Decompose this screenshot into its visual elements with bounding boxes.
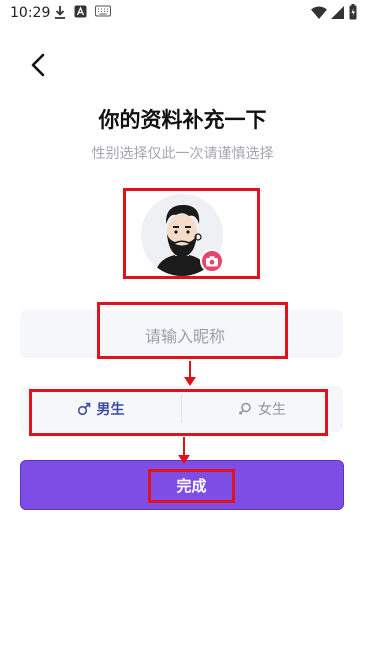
status-time: 10:29 — [10, 5, 51, 21]
status-bar: 10:29 — [0, 0, 365, 26]
wifi-icon — [311, 6, 327, 19]
annotation-box-nickname — [97, 302, 288, 359]
download-icon — [55, 6, 65, 19]
annotation-box-avatar — [123, 188, 260, 279]
annotation-arrowhead-2 — [178, 455, 190, 464]
page-subtitle: 性别选择仅此一次请谨慎选择 — [91, 146, 274, 162]
keyboard-icon — [95, 5, 111, 17]
annotation-box-gender — [29, 389, 328, 436]
annotation-arrowhead-1 — [184, 377, 196, 386]
page-title: 你的资料补充一下 — [98, 108, 267, 132]
font-app-icon — [74, 5, 87, 18]
back-icon[interactable] — [28, 52, 50, 78]
battery-icon — [349, 4, 357, 20]
annotation-box-complete — [148, 469, 235, 503]
signal-icon — [331, 6, 344, 19]
